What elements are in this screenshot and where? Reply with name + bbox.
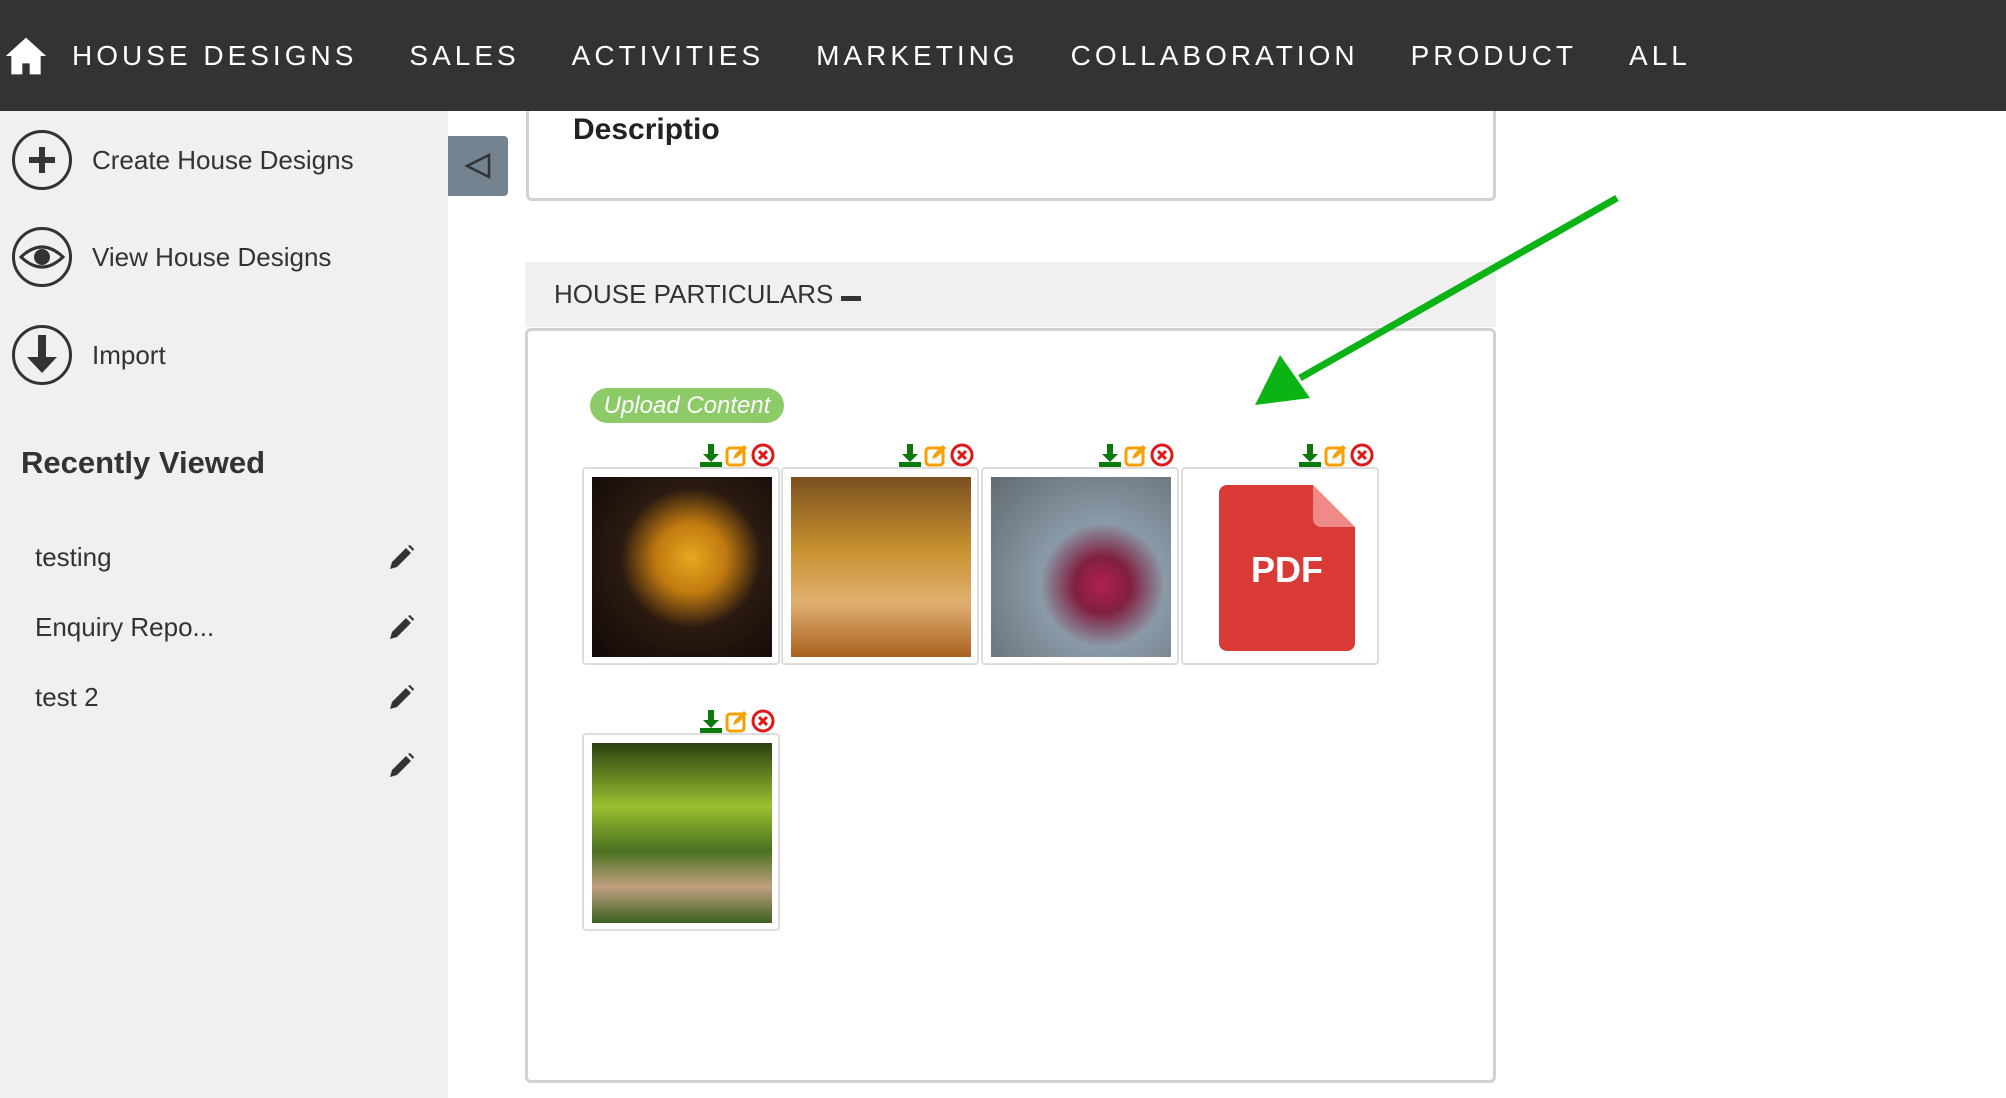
pdf-label: PDF xyxy=(1251,549,1323,590)
download-icon[interactable] xyxy=(898,443,922,467)
section-title: HOUSE PARTICULARS xyxy=(554,279,834,309)
edit-icon[interactable] xyxy=(1124,443,1148,467)
top-nav: HOUSE DESIGNS SALES ACTIVITIES MARKETING… xyxy=(0,0,2006,111)
delete-icon[interactable] xyxy=(751,443,775,467)
import-action[interactable]: Import xyxy=(12,325,166,385)
image-file-card[interactable] xyxy=(781,467,979,665)
collapse-sidebar-button[interactable] xyxy=(448,136,508,196)
file-actions xyxy=(699,442,775,468)
download-icon[interactable] xyxy=(699,709,723,733)
pencil-icon[interactable] xyxy=(387,684,415,712)
download-circle-icon xyxy=(12,325,72,385)
image-thumbnail xyxy=(791,477,971,657)
recent-item[interactable]: testing xyxy=(35,542,415,573)
recent-item[interactable]: Enquiry Repo... xyxy=(35,612,415,643)
pencil-icon[interactable] xyxy=(387,544,415,572)
delete-icon[interactable] xyxy=(751,709,775,733)
file-actions xyxy=(699,708,775,734)
image-thumbnail xyxy=(991,477,1171,657)
nav-sales[interactable]: SALES xyxy=(409,40,519,72)
pencil-icon[interactable] xyxy=(387,752,415,780)
download-icon[interactable] xyxy=(1298,443,1322,467)
action-label: Create House Designs xyxy=(92,144,354,175)
nav-house-designs[interactable]: HOUSE DESIGNS xyxy=(72,40,357,72)
pdf-file-card[interactable]: PDF xyxy=(1181,467,1379,665)
delete-icon[interactable] xyxy=(1350,443,1374,467)
edit-icon[interactable] xyxy=(725,443,749,467)
view-house-designs-action[interactable]: View House Designs xyxy=(12,227,331,287)
nav-product[interactable]: PRODUCT xyxy=(1411,40,1577,72)
recent-item-label[interactable]: testing xyxy=(35,542,112,573)
eye-icon xyxy=(12,227,72,287)
recently-viewed-title: Recently Viewed xyxy=(21,445,266,480)
create-house-designs-action[interactable]: Create House Designs xyxy=(12,130,354,190)
recent-item-label[interactable]: Enquiry Repo... xyxy=(35,612,214,643)
image-thumbnail xyxy=(592,743,772,923)
image-file-card[interactable] xyxy=(981,467,1179,665)
delete-icon[interactable] xyxy=(1150,443,1174,467)
delete-icon[interactable] xyxy=(950,443,974,467)
nav-collaboration[interactable]: COLLABORATION xyxy=(1071,40,1359,72)
nav-all[interactable]: ALL xyxy=(1629,40,1691,72)
home-icon[interactable] xyxy=(4,34,48,78)
image-file-card[interactable] xyxy=(582,467,780,665)
action-label: Import xyxy=(92,339,166,370)
nav-marketing[interactable]: MARKETING xyxy=(816,40,1018,72)
action-label: View House Designs xyxy=(92,241,332,272)
file-actions xyxy=(1298,442,1374,468)
nav-activities[interactable]: ACTIVITIES xyxy=(572,40,764,72)
recent-item-label[interactable]: test 2 xyxy=(35,682,99,713)
pencil-icon[interactable] xyxy=(387,614,415,642)
recent-item[interactable]: test 2 xyxy=(35,682,415,713)
edit-icon[interactable] xyxy=(924,443,948,467)
file-actions xyxy=(1098,442,1174,468)
house-particulars-header[interactable]: HOUSE PARTICULARS xyxy=(525,262,1496,327)
edit-icon[interactable] xyxy=(725,709,749,733)
upload-content-button[interactable]: Upload Content xyxy=(590,388,784,423)
description-title: Descriptio xyxy=(573,113,720,146)
edit-icon[interactable] xyxy=(1324,443,1348,467)
file-actions xyxy=(898,442,974,468)
sidebar: Create House Designs View House Designs … xyxy=(0,111,448,1098)
pdf-icon: PDF xyxy=(1219,485,1355,651)
download-icon[interactable] xyxy=(1098,443,1122,467)
recent-item[interactable] xyxy=(35,752,415,780)
download-icon[interactable] xyxy=(699,443,723,467)
image-thumbnail xyxy=(592,477,772,657)
triangle-left-icon xyxy=(464,152,491,180)
collapse-icon[interactable] xyxy=(841,296,862,301)
image-file-card[interactable] xyxy=(582,733,780,931)
plus-circle-icon xyxy=(12,130,72,190)
